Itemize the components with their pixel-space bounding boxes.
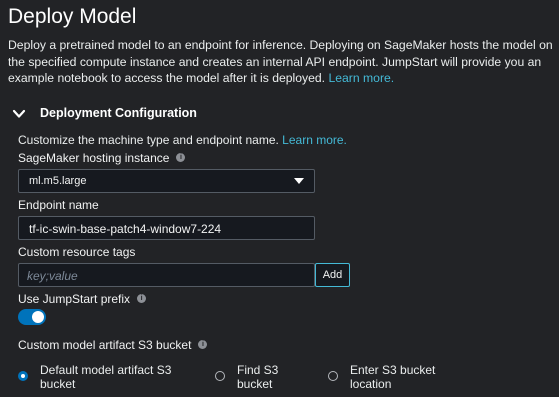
resource-tags-input[interactable]: key;value — [18, 263, 315, 287]
add-tag-button[interactable]: Add — [315, 263, 350, 287]
radio-find-bucket-line2: bucket — [237, 377, 273, 391]
toggle-knob — [32, 311, 44, 323]
section-title-deployment-configuration[interactable]: Deployment Configuration — [40, 106, 197, 120]
radio-enter-bucket-label[interactable]: Enter S3 bucket location — [350, 363, 435, 391]
jumpstart-prefix-toggle[interactable] — [18, 309, 46, 325]
info-icon[interactable]: i — [137, 294, 147, 304]
endpoint-name-input[interactable]: tf-ic-swin-base-patch4-window7-224 — [18, 216, 315, 240]
jumpstart-prefix-label-text: Use JumpStart prefix — [18, 292, 131, 306]
hosting-instance-value: ml.m5.large — [29, 175, 87, 187]
s3-bucket-label: Custom model artifact S3 bucket i — [18, 338, 208, 352]
section-subtitle-text: Customize the machine type and endpoint … — [18, 133, 279, 147]
radio-find-bucket-line1: Find S3 — [237, 363, 279, 377]
chevron-down-icon[interactable] — [12, 107, 26, 121]
radio-find-bucket-label[interactable]: Find S3 bucket — [237, 363, 278, 391]
jumpstart-prefix-label: Use JumpStart prefix i — [18, 292, 147, 306]
resource-tags-label: Custom resource tags — [18, 245, 136, 259]
radio-default-bucket-label[interactable]: Default model artifact S3 bucket — [40, 363, 171, 391]
radio-enter-bucket-line2: location — [350, 377, 392, 391]
section-subtitle: Customize the machine type and endpoint … — [18, 133, 347, 147]
hosting-instance-label: SageMaker hosting instance i — [18, 151, 186, 165]
s3-bucket-label-text: Custom model artifact S3 bucket — [18, 338, 192, 352]
hosting-instance-select[interactable]: ml.m5.large — [18, 169, 315, 193]
info-icon[interactable]: i — [198, 340, 208, 350]
radio-find-bucket[interactable] — [215, 371, 225, 381]
radio-enter-bucket[interactable] — [328, 371, 338, 381]
page-description: Deploy a pretrained model to an endpoint… — [8, 37, 553, 87]
hosting-instance-label-text: SageMaker hosting instance — [18, 151, 170, 165]
caret-down-icon — [294, 178, 304, 184]
radio-default-bucket[interactable] — [18, 371, 28, 381]
learn-more-link[interactable]: Learn more. — [328, 71, 394, 85]
radio-default-bucket-line2: bucket — [40, 377, 76, 391]
info-icon[interactable]: i — [176, 153, 186, 163]
description-text: Deploy a pretrained model to an endpoint… — [8, 38, 553, 85]
section-learn-more-link[interactable]: Learn more. — [282, 133, 347, 147]
page-title: Deploy Model — [8, 5, 137, 28]
radio-enter-bucket-line1: Enter S3 bucket — [350, 363, 436, 377]
endpoint-name-label: Endpoint name — [18, 198, 99, 212]
radio-default-bucket-line1: Default model artifact S3 — [40, 363, 172, 377]
